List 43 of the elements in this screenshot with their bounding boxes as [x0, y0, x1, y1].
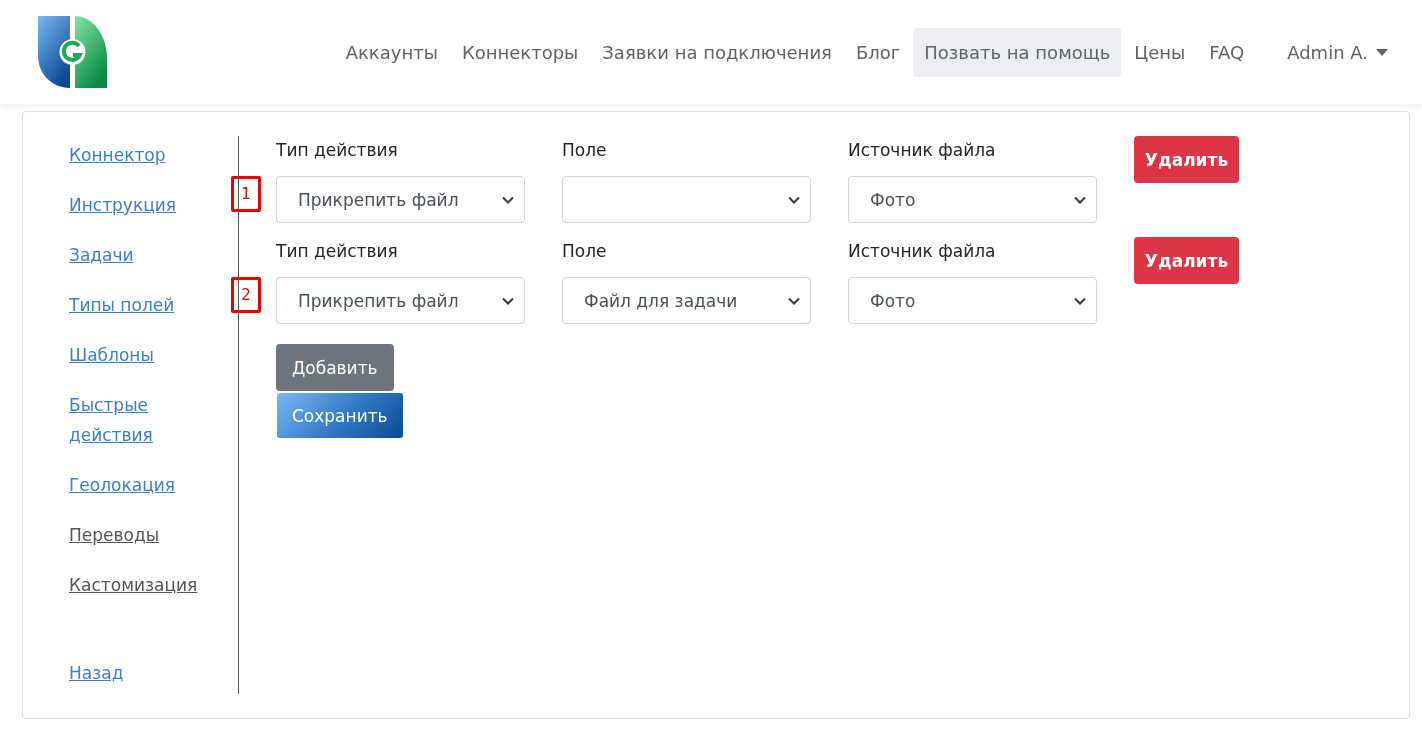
sidebar-link[interactable]: Шаблоны [69, 340, 209, 370]
row-number-marker: 1 [231, 176, 261, 212]
chevron-icon [1074, 195, 1086, 204]
sidebar-link[interactable]: Коннектор [69, 140, 209, 170]
dropdown[interactable]: Прикрепить файл [276, 176, 525, 223]
field-label: Поле [562, 140, 608, 162]
dropdown[interactable]: Фото [848, 176, 1097, 223]
nav-link[interactable]: Позвать на помощь [913, 27, 1122, 77]
sidebar-link[interactable]: Типы полей [69, 290, 209, 320]
user-menu[interactable]: Admin A. [1287, 27, 1388, 77]
back-link[interactable]: Назад [69, 658, 209, 688]
delete-button[interactable]: Удалить [1134, 237, 1239, 284]
field-label: Источник файла [848, 241, 997, 263]
chevron-icon [1074, 296, 1086, 305]
add-button[interactable]: Добавить [276, 344, 394, 391]
nav-link[interactable]: Заявки на подключения [591, 27, 843, 77]
field-label: Тип действия [276, 140, 399, 162]
nav-link[interactable]: Коннекторы [450, 27, 590, 77]
nav-link[interactable]: FAQ [1198, 27, 1256, 77]
dropdown[interactable]: Фото [848, 277, 1097, 324]
sidebar-link[interactable]: Инструкция [69, 190, 209, 220]
nav-link[interactable]: Аккаунты [334, 27, 449, 77]
row-number-marker: 2 [231, 277, 261, 313]
sidebar-link[interactable]: Быстрые действия [69, 390, 209, 450]
chevron-icon [502, 195, 514, 204]
chevron-icon [788, 296, 800, 305]
dropdown[interactable]: Файл для задачи [562, 277, 811, 324]
sidebar-link[interactable]: Геолокация [69, 470, 209, 500]
field-label: Источник файла [848, 140, 997, 162]
delete-button[interactable]: Удалить [1134, 136, 1239, 183]
field-label: Тип действия [276, 241, 399, 263]
sidebar-link[interactable]: Задачи [69, 240, 209, 270]
logo-icon[interactable] [38, 16, 107, 88]
nav-link[interactable]: Блог [844, 27, 912, 77]
field-label: Поле [562, 241, 608, 263]
caret-icon [1376, 48, 1388, 56]
chevron-icon [788, 195, 800, 204]
nav-link[interactable]: Цены [1123, 27, 1197, 77]
sidebar-link[interactable]: Кастомизация [69, 570, 209, 600]
chevron-icon [502, 296, 514, 305]
sidebar-link[interactable]: Переводы [69, 520, 209, 550]
dropdown[interactable]: Прикрепить файл [276, 277, 525, 324]
save-button[interactable]: Сохранить [277, 393, 403, 438]
